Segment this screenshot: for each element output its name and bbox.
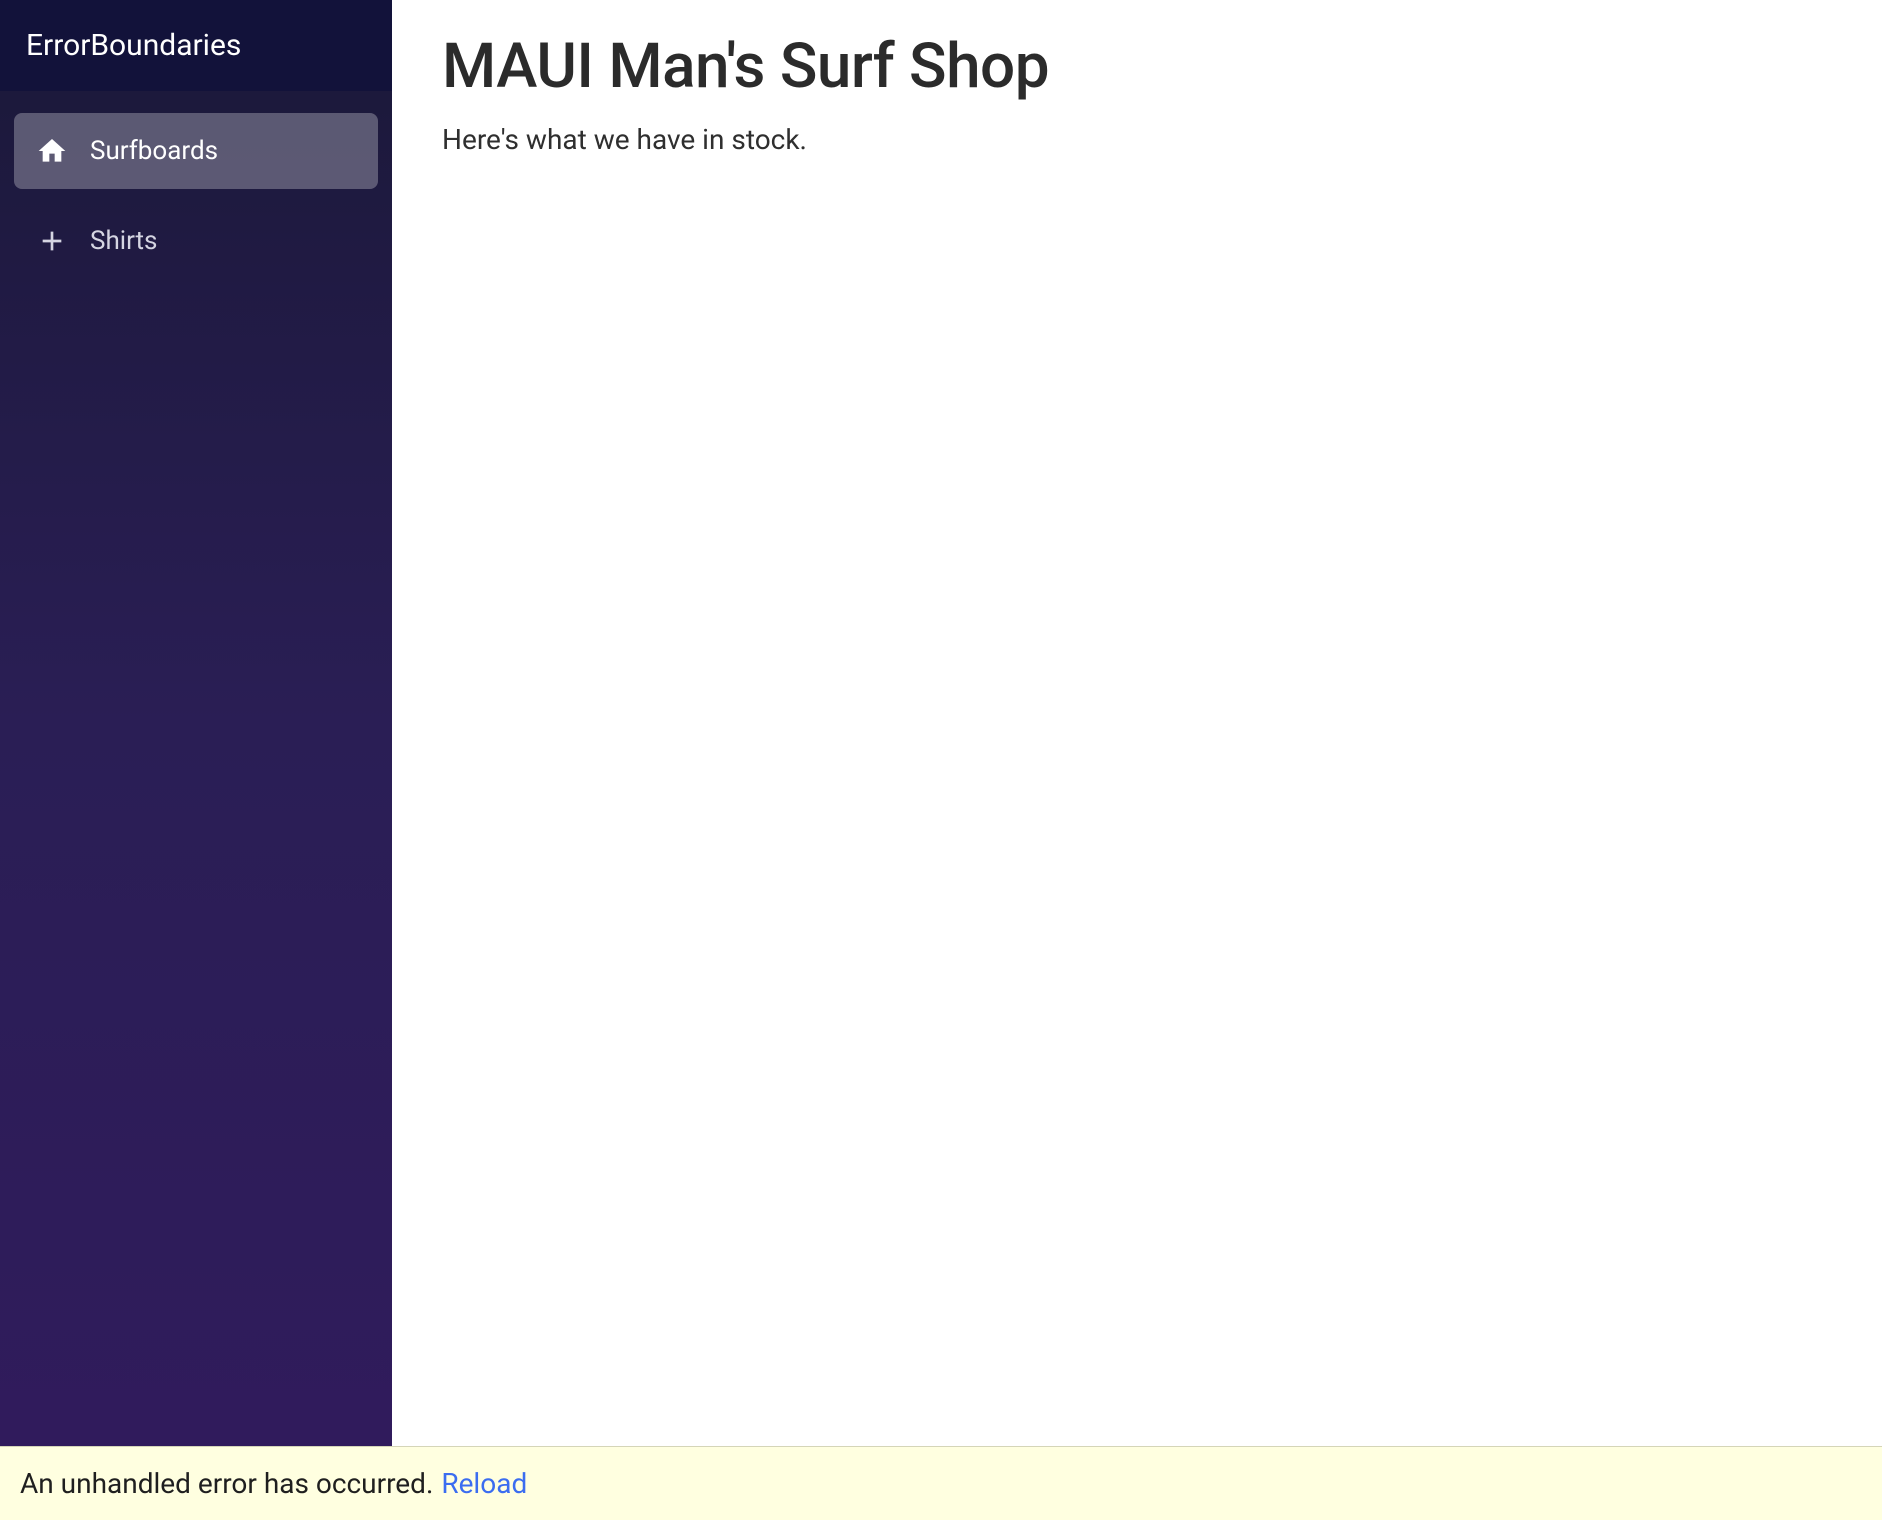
main-content: MAUI Man's Surf Shop Here's what we have…	[392, 0, 1882, 1446]
error-message: An unhandled error has occurred.	[20, 1467, 433, 1500]
home-icon	[36, 135, 68, 167]
sidebar-item-surfboards[interactable]: Surfboards	[14, 113, 378, 189]
sidebar-item-label: Surfboards	[90, 136, 218, 166]
app-title: ErrorBoundaries	[26, 28, 366, 63]
page-title: MAUI Man's Surf Shop	[442, 30, 1832, 103]
sidebar-header: ErrorBoundaries	[0, 0, 392, 91]
reload-link[interactable]: Reload	[441, 1467, 527, 1500]
page-subtitle: Here's what we have in stock.	[442, 123, 1832, 156]
sidebar-item-label: Shirts	[90, 226, 157, 256]
error-bar: An unhandled error has occurred. Reload	[0, 1446, 1882, 1520]
sidebar-item-shirts[interactable]: Shirts	[14, 203, 378, 279]
app-container: ErrorBoundaries Surfboards Shirts MAUI M…	[0, 0, 1882, 1446]
sidebar: ErrorBoundaries Surfboards Shirts	[0, 0, 392, 1446]
sidebar-nav: Surfboards Shirts	[0, 91, 392, 301]
plus-icon	[36, 225, 68, 257]
